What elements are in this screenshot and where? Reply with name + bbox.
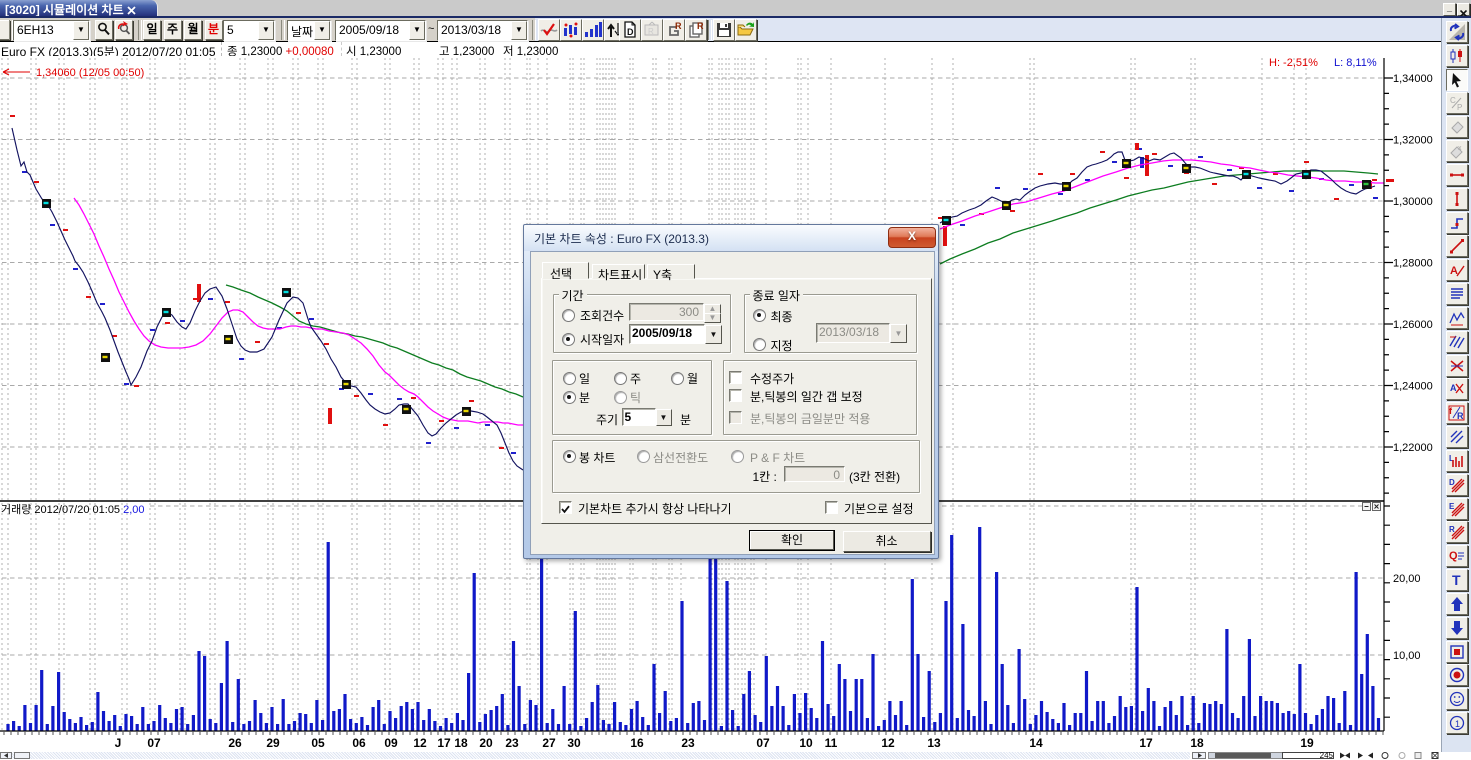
svg-text:1,26000: 1,26000 bbox=[1393, 319, 1433, 331]
svg-text:18: 18 bbox=[454, 736, 468, 750]
svg-text:E: E bbox=[1449, 502, 1455, 511]
svg-text:1,34060 (12/05 00:50): 1,34060 (12/05 00:50) bbox=[36, 67, 144, 79]
svg-text:1,32000: 1,32000 bbox=[1393, 135, 1433, 147]
svg-text:26: 26 bbox=[228, 736, 242, 750]
svg-text:D: D bbox=[627, 27, 634, 37]
svg-text:1,28000: 1,28000 bbox=[1393, 258, 1433, 270]
svg-text:D: D bbox=[1449, 478, 1455, 487]
svg-text:T: T bbox=[1452, 572, 1461, 588]
svg-text:12: 12 bbox=[881, 736, 895, 750]
svg-text:17: 17 bbox=[437, 736, 451, 750]
svg-text:18: 18 bbox=[1190, 736, 1204, 750]
svg-text:거래량 2012/07/20 01:05 2,00: 거래량 2012/07/20 01:05 2,00 bbox=[1, 503, 145, 516]
svg-text:30: 30 bbox=[567, 736, 581, 750]
svg-text:23: 23 bbox=[505, 736, 519, 750]
svg-text:05: 05 bbox=[311, 736, 325, 750]
svg-text:23: 23 bbox=[681, 736, 695, 750]
svg-text:J: J bbox=[115, 736, 122, 750]
svg-text:1,22000: 1,22000 bbox=[1393, 442, 1433, 454]
svg-text:1,34000: 1,34000 bbox=[1393, 73, 1433, 85]
svg-text:1,30000: 1,30000 bbox=[1393, 196, 1433, 208]
svg-text:07: 07 bbox=[147, 736, 161, 750]
svg-text:20,00: 20,00 bbox=[1393, 573, 1421, 585]
svg-text:f: f bbox=[1449, 406, 1453, 416]
svg-text:16: 16 bbox=[630, 736, 644, 750]
svg-text:P: P bbox=[1457, 103, 1462, 112]
svg-text:07: 07 bbox=[756, 736, 770, 750]
svg-text:20: 20 bbox=[479, 736, 493, 750]
svg-text:R: R bbox=[1449, 525, 1455, 534]
svg-text:1,24000: 1,24000 bbox=[1393, 381, 1433, 393]
svg-text:13: 13 bbox=[927, 736, 941, 750]
svg-text:C: C bbox=[1450, 96, 1456, 105]
svg-text:14: 14 bbox=[1029, 736, 1043, 750]
svg-text:27: 27 bbox=[542, 736, 556, 750]
svg-text:10: 10 bbox=[799, 736, 813, 750]
svg-text:x: x bbox=[1458, 145, 1462, 152]
svg-text:29: 29 bbox=[266, 736, 280, 750]
svg-text:17: 17 bbox=[1139, 736, 1153, 750]
svg-text:R: R bbox=[697, 21, 704, 31]
svg-text:06: 06 bbox=[352, 736, 366, 750]
svg-text:L: 8,11%: L: 8,11% bbox=[1334, 57, 1377, 69]
svg-text:Q: Q bbox=[1449, 550, 1458, 562]
svg-text:09: 09 bbox=[384, 736, 398, 750]
svg-text:R: R bbox=[648, 27, 654, 36]
svg-text:H: -2,51%: H: -2,51% bbox=[1269, 57, 1318, 69]
svg-text:11: 11 bbox=[825, 736, 838, 750]
svg-text:12: 12 bbox=[413, 736, 427, 750]
svg-text:19: 19 bbox=[1300, 736, 1314, 750]
svg-text:R: R bbox=[675, 21, 682, 31]
svg-text:1: 1 bbox=[1455, 719, 1460, 729]
svg-text:10,00: 10,00 bbox=[1393, 650, 1421, 662]
